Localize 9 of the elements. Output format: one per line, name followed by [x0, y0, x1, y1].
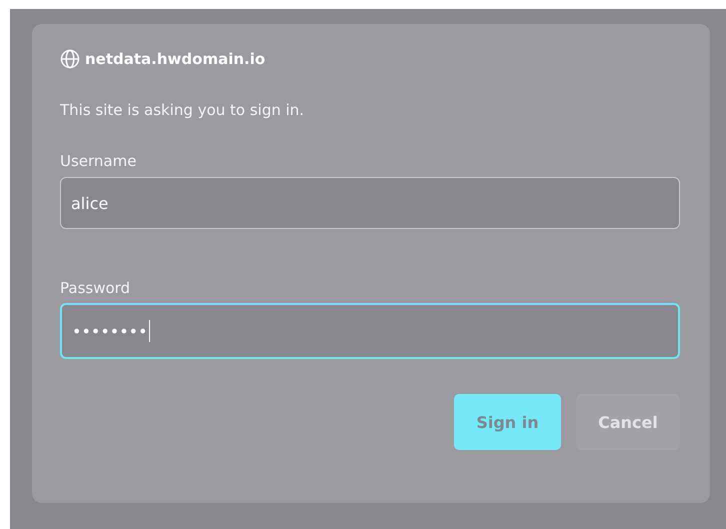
sign-in-button[interactable]: Sign in: [454, 394, 561, 450]
input-field[interactable]: ••••••••: [60, 303, 680, 359]
globe-icon: [60, 49, 80, 69]
site-host: netdata.hwdomain.io: [85, 50, 266, 68]
cancel-button[interactable]: Cancel: [576, 394, 680, 450]
field-label: Password: [60, 279, 132, 297]
input-field[interactable]: alice: [60, 177, 680, 229]
dialog-message: This site is asking you to sign in.: [60, 101, 306, 119]
field-label: Username: [60, 152, 138, 170]
